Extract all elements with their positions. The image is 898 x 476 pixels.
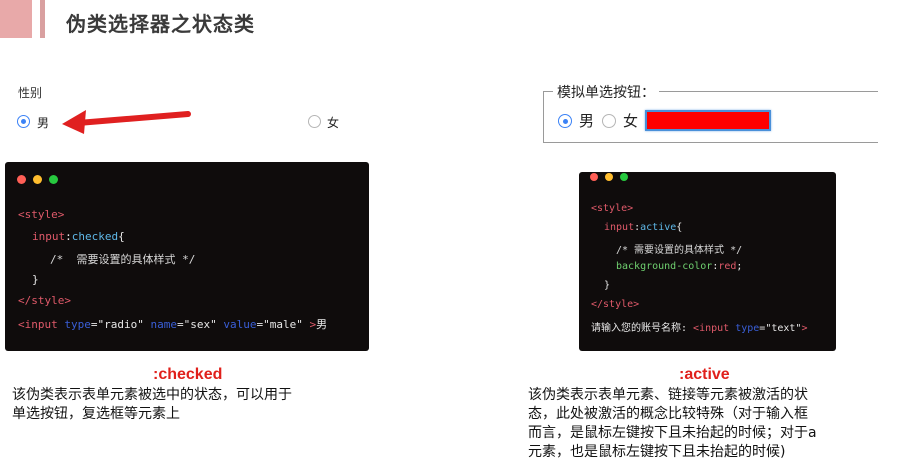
radio-male-label: 男: [37, 116, 50, 130]
code-line: input:checked{: [32, 230, 125, 243]
code-line: background-color:red;: [616, 261, 743, 272]
caption-active-text-3: 而言，是鼠标左键按下且未抬起的时候；对于a: [528, 425, 817, 441]
fieldset-legend: 模拟单选按钮：: [553, 82, 659, 102]
caption-active-title: :active: [679, 366, 730, 383]
code-line: <style>: [591, 203, 634, 214]
code-line: }: [604, 280, 611, 291]
minimize-dot-icon: [33, 175, 42, 184]
code-line: /* 需要设置的具体样式 */: [50, 253, 196, 266]
radio-female-2[interactable]: [602, 114, 616, 128]
caption-active-text-2: 态，此处被激活的概念比较特殊（对于输入框: [528, 406, 808, 422]
radio-male-checked-2[interactable]: [558, 114, 572, 128]
radio-male-checked[interactable]: [17, 115, 30, 128]
code-line: 请输入您的账号名称: <input type="text">: [591, 323, 808, 334]
code-line: </style>: [591, 299, 640, 310]
caption-checked-title: :checked: [153, 366, 223, 383]
active-text-input[interactable]: [645, 110, 771, 131]
maximize-dot-icon: [49, 175, 58, 184]
left-arrow-icon: [62, 110, 191, 134]
close-dot-icon: [17, 175, 26, 184]
radio-female[interactable]: [308, 115, 321, 128]
code-panel-checked: <style> input:checked{ /* 需要设置的具体样式 */ }…: [5, 162, 369, 351]
code-line: /* 需要设置的具体样式 */: [616, 245, 743, 256]
minimize-dot-icon: [605, 173, 613, 181]
code-line: input:active{: [604, 222, 683, 233]
radio-female-label: 女: [327, 116, 340, 130]
close-dot-icon: [590, 173, 598, 181]
caption-active-text-1: 该伪类表示表单元素、链接等元素被激活的状: [528, 387, 808, 403]
gender-label: 性别: [18, 86, 43, 100]
caption-checked-text-2: 单选按钮，复选框等元素上: [12, 406, 180, 422]
radio-male-label-2: 男: [579, 112, 595, 130]
caption-active-text-4: 元素，也是鼠标左键按下且未抬起的时候): [528, 444, 786, 460]
header-accent-bar: [0, 0, 32, 38]
code-line: }: [32, 273, 39, 286]
header-accent-line: [40, 0, 45, 38]
code-line: <style>: [18, 208, 65, 221]
code-line: </style>: [18, 294, 71, 307]
code-line: <input type="radio" name="sex" value="ma…: [18, 318, 328, 331]
radio-female-label-2: 女: [623, 112, 639, 130]
page-title: 伪类选择器之状态类: [66, 12, 255, 36]
code-panel-active: <style> input:active{ /* 需要设置的具体样式 */ ba…: [579, 172, 836, 351]
maximize-dot-icon: [620, 173, 628, 181]
caption-checked-text-1: 该伪类表示表单元素被选中的状态，可以用于: [12, 387, 292, 403]
